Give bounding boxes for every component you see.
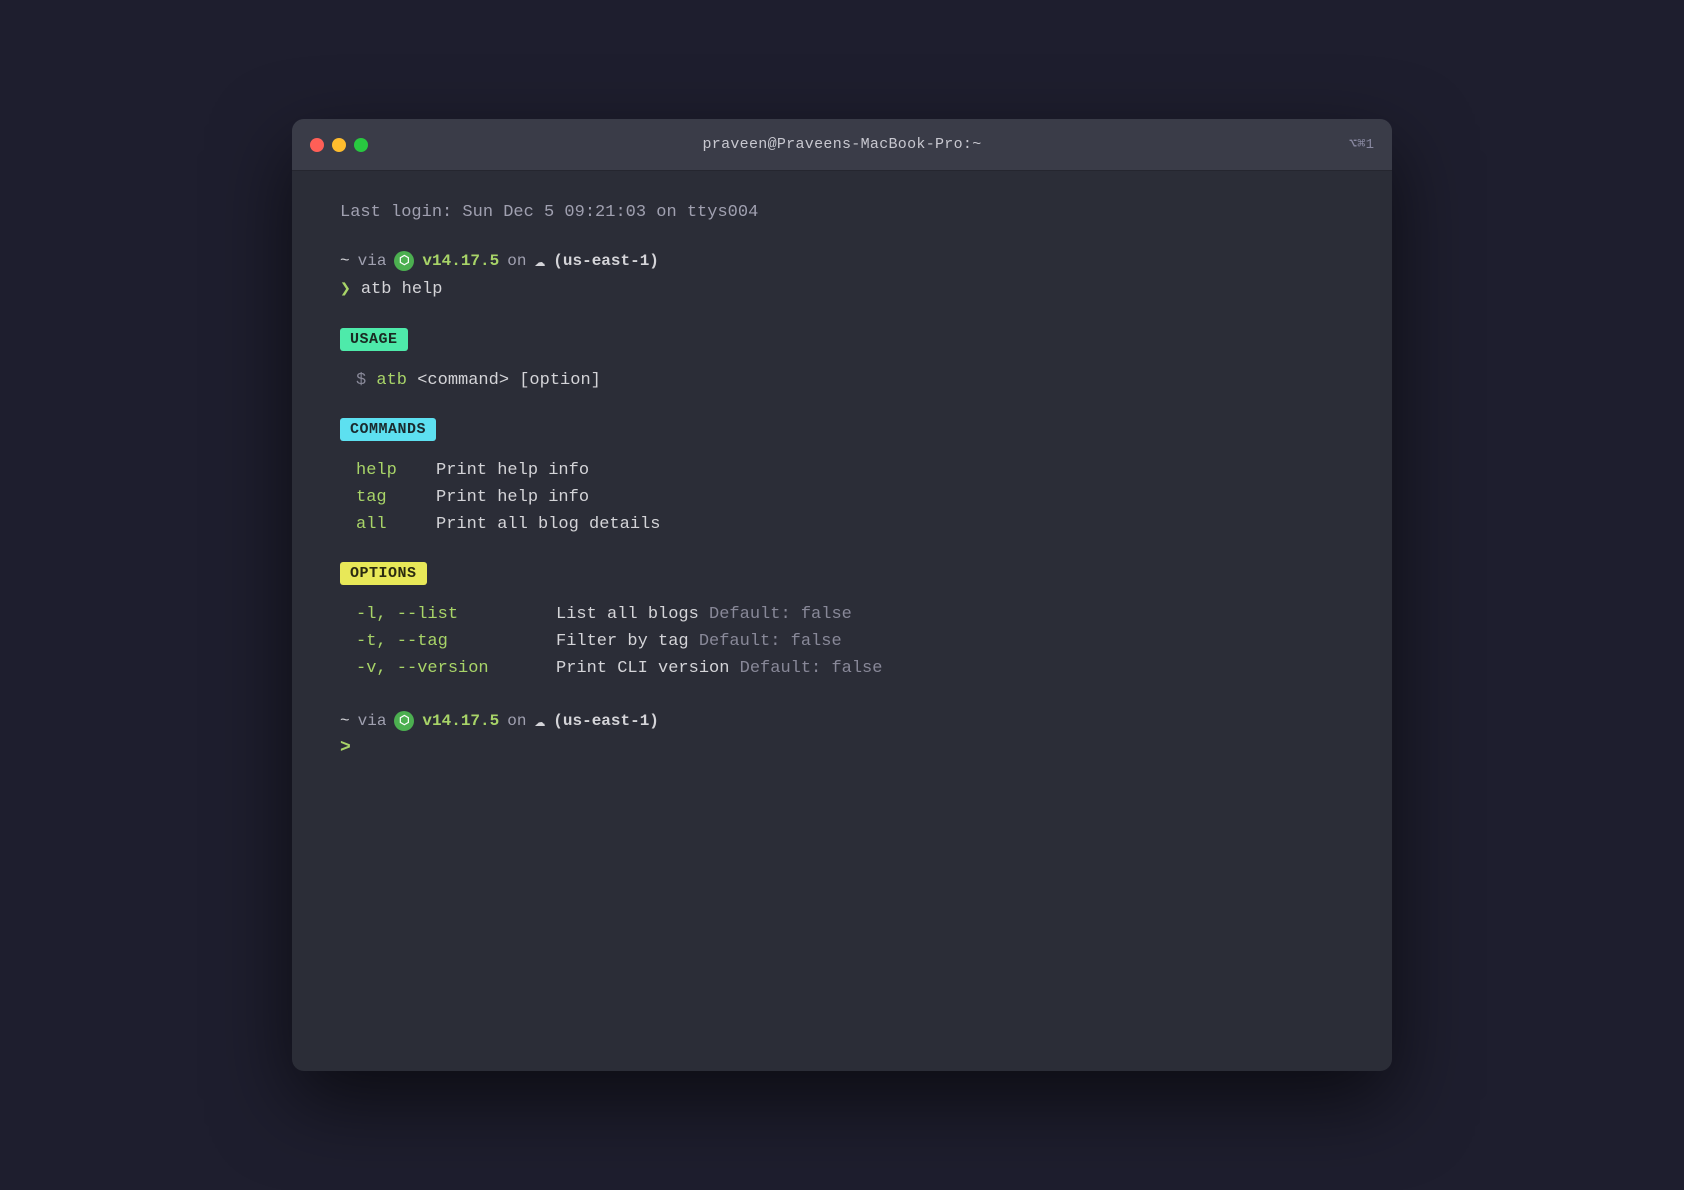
tilde-2: ~ [340, 712, 350, 730]
chevron-icon-1: ❯ [340, 278, 351, 300]
tilde-1: ~ [340, 252, 350, 270]
usage-cmd: atb [376, 371, 417, 390]
commands-table: help Print help info tag Print help info… [340, 461, 1344, 534]
cmd-name-all: all [356, 515, 436, 534]
prompt-line-1: ~ via ⬡ v14.17.5 on ☁ (us-east-1) [340, 250, 1344, 272]
prompt-line-2: ~ via ⬡ v14.17.5 on ☁ (us-east-1) [340, 710, 1344, 732]
via-text-1: via [358, 252, 387, 270]
login-line: Last login: Sun Dec 5 09:21:03 on ttys00… [340, 199, 1344, 226]
usage-badge: USAGE [340, 328, 408, 351]
opt-default-version: Default: false [740, 659, 883, 678]
minimize-button[interactable] [332, 138, 346, 152]
command-prompt-1: ❯ atb help [340, 278, 1344, 300]
node-icon-2: ⬡ [394, 711, 414, 731]
options-table: -l, --list List all blogs Default: false… [340, 605, 1344, 678]
region-text-2: (us-east-1) [553, 712, 659, 730]
cmd-desc-tag: Print help info [436, 488, 589, 507]
cmd-row-tag: tag Print help info [356, 488, 1344, 507]
opt-desc-version: Print CLI version Default: false [556, 659, 882, 678]
region-text-1: (us-east-1) [553, 252, 659, 270]
cmd-row-help: help Print help info [356, 461, 1344, 480]
on-text-2: on [507, 712, 526, 730]
terminal-body[interactable]: Last login: Sun Dec 5 09:21:03 on ttys00… [292, 171, 1392, 1071]
chevron-icon-2: > [340, 738, 351, 758]
window-title: praveen@Praveens-MacBook-Pro:~ [702, 136, 981, 153]
bottom-section: ~ via ⬡ v14.17.5 on ☁ (us-east-1) > [340, 710, 1344, 758]
titlebar: praveen@Praveens-MacBook-Pro:~ ⌥⌘1 [292, 119, 1392, 171]
opt-name-list: -l, --list [356, 605, 556, 624]
node-icon-1: ⬡ [394, 251, 414, 271]
usage-arg: <command> [option] [417, 371, 601, 390]
close-button[interactable] [310, 138, 324, 152]
command-text-1: atb help [361, 280, 443, 299]
opt-desc-list: List all blogs Default: false [556, 605, 852, 624]
maximize-button[interactable] [354, 138, 368, 152]
cmd-desc-all: Print all blog details [436, 515, 660, 534]
opt-row-version: -v, --version Print CLI version Default:… [356, 659, 1344, 678]
opt-default-list: Default: false [709, 605, 852, 624]
opt-row-tag: -t, --tag Filter by tag Default: false [356, 632, 1344, 651]
options-section: OPTIONS -l, --list List all blogs Defaul… [340, 562, 1344, 678]
dollar-sign: $ [356, 371, 376, 390]
opt-name-version: -v, --version [356, 659, 556, 678]
version-text-1: v14.17.5 [422, 252, 499, 270]
on-text-1: on [507, 252, 526, 270]
opt-default-tag: Default: false [699, 632, 842, 651]
options-badge: OPTIONS [340, 562, 427, 585]
opt-row-list: -l, --list List all blogs Default: false [356, 605, 1344, 624]
usage-section: USAGE $ atb <command> [option] [340, 328, 1344, 390]
cloud-icon-1: ☁ [534, 250, 545, 272]
cmd-name-help: help [356, 461, 436, 480]
cursor-prompt: > [340, 738, 1344, 758]
commands-badge: COMMANDS [340, 418, 436, 441]
commands-section: COMMANDS help Print help info tag Print … [340, 418, 1344, 534]
via-text-2: via [358, 712, 387, 730]
cmd-row-all: all Print all blog details [356, 515, 1344, 534]
cmd-desc-help: Print help info [436, 461, 589, 480]
version-text-2: v14.17.5 [422, 712, 499, 730]
cmd-name-tag: tag [356, 488, 436, 507]
cloud-icon-2: ☁ [534, 710, 545, 732]
terminal-window: praveen@Praveens-MacBook-Pro:~ ⌥⌘1 Last … [292, 119, 1392, 1071]
usage-example: $ atb <command> [option] [340, 371, 1344, 390]
opt-desc-tag: Filter by tag Default: false [556, 632, 842, 651]
traffic-lights [310, 138, 368, 152]
opt-name-tag: -t, --tag [356, 632, 556, 651]
window-shortcut: ⌥⌘1 [1349, 136, 1374, 153]
